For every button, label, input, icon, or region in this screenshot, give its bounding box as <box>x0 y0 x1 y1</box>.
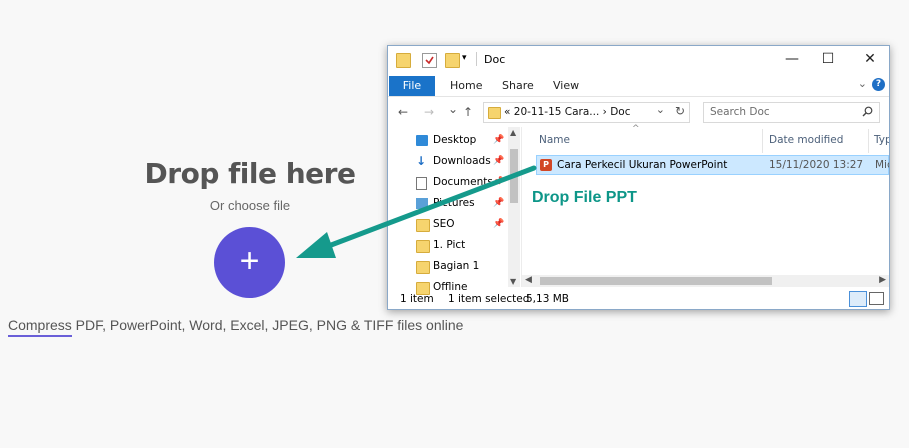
breadcrumb-parent[interactable]: 20-11-15 Cara... <box>514 106 600 118</box>
back-button[interactable]: ← <box>398 105 408 119</box>
scrollbar-thumb[interactable] <box>510 149 518 203</box>
add-file-button[interactable]: + <box>214 227 285 298</box>
address-prefix: « <box>504 106 511 118</box>
address-row: ← → ⌄ ↑ « 20-11-15 Cara... › Doc ⌄ ↻ Sea… <box>388 96 889 127</box>
folder-icon <box>488 107 501 119</box>
close-button[interactable]: ✕ <box>860 50 880 68</box>
address-dropdown-icon[interactable]: ⌄ <box>656 103 665 116</box>
file-name: Cara Perkecil Ukuran PowerPoint <box>557 159 728 171</box>
downloads-icon: ↓ <box>416 154 427 168</box>
drop-title: Drop file here <box>144 157 356 190</box>
recent-locations-button[interactable]: ⌄ <box>448 102 458 116</box>
address-bar[interactable]: « 20-11-15 Cara... › Doc ⌄ ↻ <box>483 102 690 123</box>
file-list: ^ Name Date modified Typ P Cara Perkecil… <box>522 124 889 287</box>
status-item-count: 1 item <box>400 293 434 305</box>
minimize-button[interactable]: — <box>782 50 802 68</box>
tab-home[interactable]: Home <box>450 79 482 92</box>
folder-icon <box>416 261 430 274</box>
tab-share[interactable]: Share <box>502 79 534 92</box>
powerpoint-icon: P <box>540 159 552 171</box>
column-divider[interactable] <box>762 129 763 153</box>
status-size: 5,13 MB <box>526 293 569 305</box>
arrow-head-icon <box>296 232 336 258</box>
nav-item-label: Downloads <box>433 155 491 167</box>
scroll-down-icon[interactable]: ▼ <box>510 277 516 286</box>
pin-icon: 📌 <box>493 177 505 187</box>
nav-item-label: Bagian 1 <box>433 260 480 272</box>
maximize-button[interactable]: ☐ <box>818 50 838 68</box>
column-type[interactable]: Typ <box>874 134 889 146</box>
pin-icon: 📌 <box>493 156 505 166</box>
nav-item-label: Desktop <box>433 134 477 146</box>
large-icons-view-icon[interactable] <box>869 292 884 305</box>
details-view-icon[interactable] <box>849 291 867 307</box>
breadcrumb-current[interactable]: Doc <box>610 106 630 118</box>
choose-file-link[interactable]: Or choose file <box>130 198 370 213</box>
nav-item-label: Pictures <box>433 197 475 209</box>
pin-icon: 📌 <box>493 219 505 229</box>
horizontal-scrollbar[interactable]: ◀ ▶ <box>522 275 889 287</box>
quick-access-dropdown-icon[interactable]: ▾ <box>462 53 475 66</box>
scroll-right-icon[interactable]: ▶ <box>879 275 886 285</box>
expand-ribbon-icon[interactable]: ⌄ <box>858 77 867 90</box>
pin-icon: 📌 <box>493 135 505 145</box>
status-bar: 1 item 1 item selected 5,13 MB <box>388 288 889 309</box>
new-folder-icon[interactable] <box>445 53 460 68</box>
file-row[interactable]: P Cara Perkecil Ukuran PowerPoint 15/11/… <box>536 155 889 175</box>
forward-button[interactable]: → <box>424 105 434 119</box>
folder-icon <box>416 219 430 232</box>
ribbon-tabs: File Home Share View ⌄ ? <box>388 74 889 96</box>
column-name[interactable]: Name <box>539 134 570 146</box>
nav-item-label: Documents <box>433 176 493 188</box>
title-divider <box>476 52 477 66</box>
refresh-button[interactable]: ↻ <box>675 104 685 118</box>
scrollbar-thumb[interactable] <box>540 277 772 285</box>
nav-item-label: 1. Pict <box>433 239 466 251</box>
search-box[interactable]: Search Doc <box>703 102 880 123</box>
scroll-up-icon[interactable]: ▲ <box>510 128 516 137</box>
column-date-modified[interactable]: Date modified <box>769 134 843 146</box>
tab-file[interactable]: File <box>389 76 435 96</box>
documents-icon <box>416 177 427 190</box>
search-icon <box>862 106 873 117</box>
navigation-pane: Desktop 📌 ↓ Downloads 📌 Documents 📌 Pict… <box>388 127 522 295</box>
desktop-icon <box>416 135 428 146</box>
help-icon[interactable]: ? <box>872 78 885 91</box>
column-divider[interactable] <box>868 129 869 153</box>
folder-icon <box>396 53 411 68</box>
breadcrumb-separator: › <box>602 106 607 118</box>
pin-icon: 📌 <box>493 198 505 208</box>
tagline: Compress PDF, PowerPoint, Word, Excel, J… <box>8 317 464 337</box>
tagline-text: PDF, PowerPoint, Word, Excel, JPEG, PNG … <box>71 317 464 333</box>
drop-callout: Drop File PPT <box>532 189 637 206</box>
status-selected: 1 item selected <box>448 293 530 305</box>
sort-ascending-icon: ^ <box>632 124 640 134</box>
properties-icon[interactable] <box>422 53 437 68</box>
window-title: Doc <box>484 53 506 66</box>
title-bar[interactable]: ▾ Doc — ☐ ✕ <box>388 46 889 74</box>
nav-item-label: SEO <box>433 218 455 230</box>
pictures-icon <box>416 198 428 209</box>
scroll-left-icon[interactable]: ◀ <box>525 275 532 285</box>
search-input[interactable]: Search Doc <box>710 106 770 118</box>
compress-link[interactable]: Compress <box>8 317 72 337</box>
tab-view[interactable]: View <box>553 79 579 92</box>
nav-scrollbar[interactable]: ▲ ▼ <box>508 127 520 287</box>
folder-icon <box>416 240 430 253</box>
file-date: 15/11/2020 13:27 <box>769 159 864 171</box>
up-button[interactable]: ↑ <box>463 105 473 119</box>
file-explorer-window: ▾ Doc — ☐ ✕ File Home Share View ⌄ ? ← →… <box>387 45 890 310</box>
plus-icon: + <box>239 242 260 280</box>
file-type: Mic <box>875 159 889 171</box>
